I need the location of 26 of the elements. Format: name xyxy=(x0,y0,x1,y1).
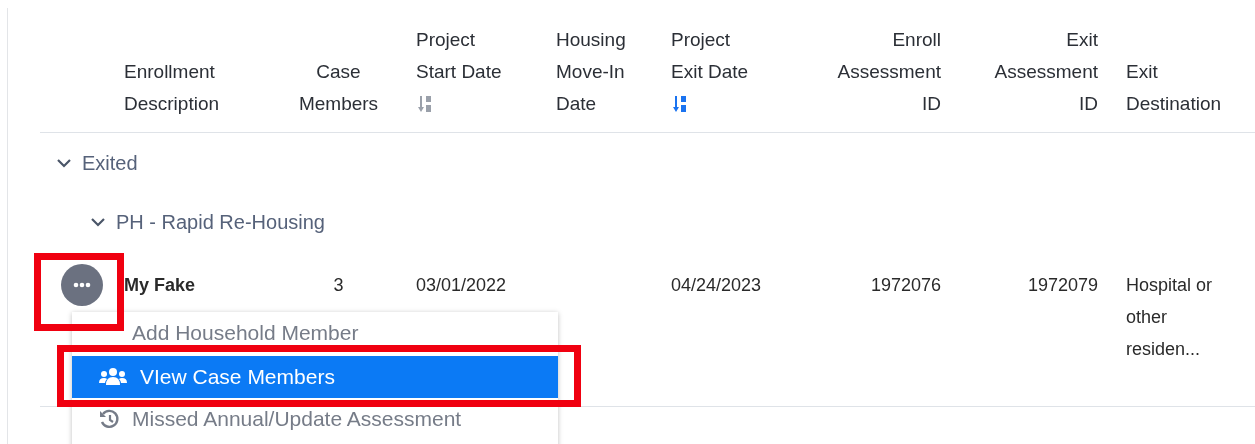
users-icon xyxy=(98,367,128,387)
table-cell-text: 03/01/2022 xyxy=(416,274,507,297)
column-header[interactable]: Housing Move-In Date xyxy=(556,24,626,120)
table-cell-text: 04/24/2023 xyxy=(671,274,762,297)
column-header[interactable]: Exit Assessment ID xyxy=(994,24,1098,120)
table-cell-text: Hospital or other residen... xyxy=(1126,274,1213,361)
column-header[interactable]: Exit Destination xyxy=(1126,56,1222,120)
group-row[interactable]: Exited xyxy=(40,133,138,193)
dots-icon xyxy=(73,282,91,288)
column-header[interactable]: Enrollment Description xyxy=(124,56,220,120)
column-header[interactable]: Project Exit Date xyxy=(671,24,749,88)
menu-item[interactable]: Missed Annual/Update Assessment xyxy=(72,398,558,440)
more-button[interactable] xyxy=(61,264,103,306)
menu-item[interactable]: VIew Case Members xyxy=(72,356,558,398)
table-cell-text: 1972079 xyxy=(1027,274,1098,297)
table-cell-text: 1972076 xyxy=(870,274,941,297)
sort-icon[interactable] xyxy=(673,94,687,114)
column-header[interactable]: Case Members xyxy=(298,56,379,120)
table-cell-text: 3 xyxy=(333,274,344,297)
history-icon xyxy=(98,409,120,429)
column-header[interactable]: Enroll Assessment ID xyxy=(837,24,941,120)
menu-item[interactable]: Add Household Member xyxy=(72,318,558,348)
column-header[interactable]: Project Start Date xyxy=(416,24,502,88)
group-row[interactable]: PH - Rapid Re-Housing xyxy=(40,193,325,251)
table-cell-text: My Fake xyxy=(124,274,196,297)
sort-icon[interactable] xyxy=(418,94,432,114)
